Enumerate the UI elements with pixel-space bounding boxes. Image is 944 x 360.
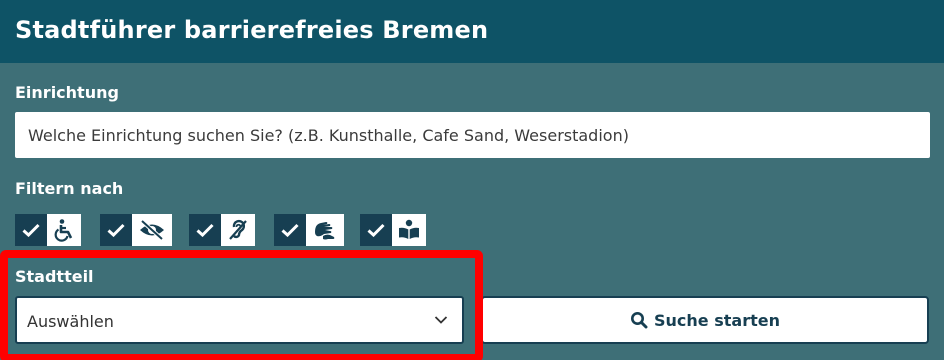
filter-sign-language[interactable]	[274, 214, 344, 246]
filter-hearing-impairment[interactable]	[189, 214, 255, 246]
page-title: Stadtführer barrierefreies Bremen	[15, 16, 489, 44]
filter-wheelchair[interactable]	[15, 214, 81, 246]
checkmark-icon	[360, 214, 392, 246]
search-button[interactable]: Suche starten	[481, 296, 929, 344]
filter-label: Filtern nach	[15, 179, 124, 198]
hearing-impaired-icon	[221, 214, 255, 246]
highlight-frame	[0, 250, 483, 360]
page-header: Stadtführer barrierefreies Bremen	[0, 0, 944, 63]
easy-reading-book-icon	[392, 214, 426, 246]
search-icon	[631, 312, 648, 329]
search-button-label: Suche starten	[654, 310, 780, 330]
filter-easy-language[interactable]	[360, 214, 426, 246]
checkmark-icon	[189, 214, 221, 246]
checkmark-icon	[274, 214, 306, 246]
checkmark-icon	[15, 214, 47, 246]
eye-slash-icon	[132, 214, 172, 246]
einrichtung-label: Einrichtung	[15, 83, 119, 102]
sign-language-icon	[306, 214, 344, 246]
checkmark-icon	[100, 214, 132, 246]
einrichtung-search-input[interactable]	[15, 112, 930, 158]
filter-visual-impairment[interactable]	[100, 214, 172, 246]
wheelchair-icon	[47, 214, 81, 246]
